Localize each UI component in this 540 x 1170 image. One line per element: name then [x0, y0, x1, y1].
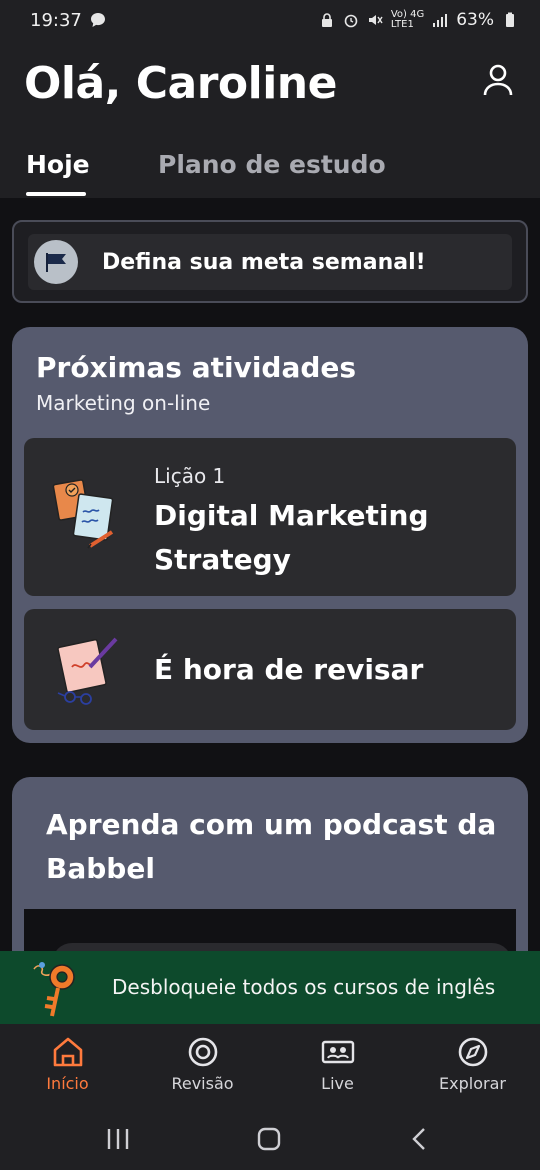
upgrade-text: Desbloqueie todos os cursos de inglês — [112, 975, 496, 999]
next-activities-card: Próximas atividades Marketing on-line Li… — [12, 327, 528, 743]
battery-percent: 63% — [456, 10, 494, 30]
profile-icon[interactable] — [478, 60, 518, 100]
status-time-group: 19:37 — [30, 10, 106, 31]
review-illustration-icon — [57, 637, 118, 705]
header: Olá, Caroline Hoje Plano de estudo — [0, 40, 540, 198]
home-icon — [53, 1037, 82, 1067]
tab-today[interactable]: Hoje — [26, 150, 90, 179]
alarm-icon — [344, 14, 358, 28]
nav-item-live[interactable]: Live — [270, 1024, 405, 1104]
chat-bubble-icon — [90, 13, 105, 27]
target-icon — [188, 1037, 217, 1067]
compass-icon — [458, 1037, 487, 1067]
live-icon — [321, 1040, 354, 1064]
nav-item-review[interactable]: Revisão — [135, 1024, 270, 1104]
podcast-card[interactable]: Aprenda com um podcast da Babbel — [12, 777, 528, 977]
lesson-number: Lição 1 — [154, 464, 226, 488]
signal-icon — [433, 14, 448, 27]
next-activities-title: Próximas atividades — [36, 351, 357, 384]
lesson-card[interactable]: Lição 1 Digital Marketing Strategy — [24, 438, 516, 596]
weekly-goal-inner: Defina sua meta semanal! — [28, 234, 512, 290]
battery-icon — [506, 12, 514, 27]
upgrade-banner[interactable]: Desbloqueie todos os cursos de inglês — [0, 951, 540, 1024]
nav-label-review: Revisão — [171, 1074, 234, 1093]
bottom-nav: Início Revisão Live Explorar — [0, 1024, 540, 1104]
review-title: É hora de revisar — [154, 653, 424, 686]
status-icons: Vo) 4G LTE1 63% — [319, 10, 518, 30]
key-icon — [33, 962, 75, 1017]
lesson-title: Digital Marketing Strategy — [154, 499, 429, 576]
flag-icon — [34, 240, 78, 284]
recent-apps-icon[interactable] — [104, 1126, 132, 1152]
tab-study-plan[interactable]: Plano de estudo — [158, 150, 386, 179]
podcast-title: Aprenda com um podcast da Babbel — [46, 808, 497, 885]
nav-label-explore: Explorar — [439, 1074, 506, 1093]
course-name: Marketing on-line — [36, 391, 211, 415]
lesson-illustration-icon — [52, 479, 114, 549]
lock-icon — [321, 13, 332, 27]
active-tab-indicator — [26, 192, 86, 196]
weekly-goal-text: Defina sua meta semanal! — [102, 249, 426, 275]
nav-item-explore[interactable]: Explorar — [405, 1024, 540, 1104]
weekly-goal-banner[interactable]: Defina sua meta semanal! — [12, 220, 528, 303]
page-title: Olá, Caroline — [24, 58, 337, 109]
system-nav-bar — [0, 1104, 540, 1170]
status-time: 19:37 — [30, 9, 82, 31]
nav-label-home: Início — [46, 1074, 89, 1093]
nav-label-live: Live — [321, 1074, 354, 1093]
review-card[interactable]: É hora de revisar — [24, 609, 516, 730]
nav-item-home[interactable]: Início — [0, 1024, 135, 1104]
network-label: Vo) 4G LTE1 — [390, 9, 425, 30]
home-button-icon[interactable] — [255, 1126, 283, 1152]
mute-icon — [368, 15, 383, 25]
back-icon[interactable] — [406, 1126, 434, 1152]
status-bar: 19:37 Vo) 4G LTE1 63% — [0, 0, 540, 40]
